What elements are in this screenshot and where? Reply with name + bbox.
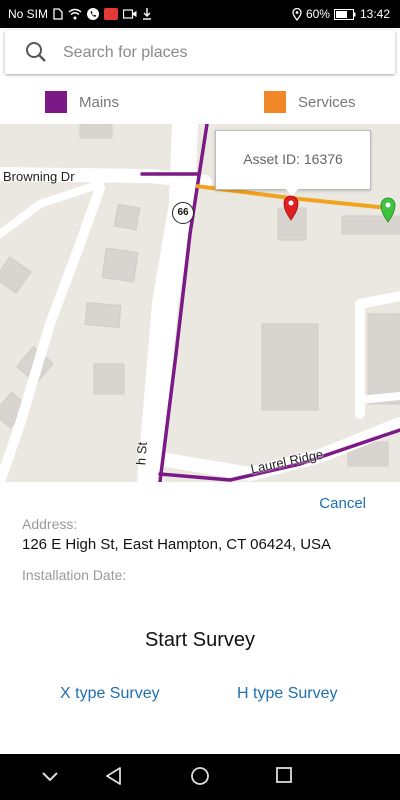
building <box>341 215 400 235</box>
phone-icon <box>87 8 100 20</box>
cancel-button[interactable]: Cancel <box>319 495 366 512</box>
status-bar-right: 60% 13:42 <box>292 7 390 21</box>
search-icon[interactable] <box>25 41 47 68</box>
video-icon <box>123 9 137 19</box>
installation-date-label: Installation Date: <box>22 567 127 583</box>
address-value: 126 E High St, East Hampton, CT 06424, U… <box>22 536 332 553</box>
download-icon <box>142 8 152 20</box>
road <box>356 392 400 404</box>
building <box>101 247 139 283</box>
legend-item-mains: Mains <box>45 91 119 113</box>
home-icon[interactable] <box>190 766 210 791</box>
road-label-high-st: h St <box>133 441 150 466</box>
back-icon[interactable] <box>104 766 124 791</box>
battery-percent: 60% <box>305 7 330 21</box>
callout-tail <box>284 187 300 196</box>
notification-badge-icon <box>104 8 119 20</box>
legend-label-mains: Mains <box>79 93 120 111</box>
search-bar[interactable] <box>5 30 395 74</box>
building <box>367 313 400 405</box>
search-input[interactable] <box>61 38 385 68</box>
navigation-bar <box>0 754 400 800</box>
h-type-survey-button[interactable]: H type Survey <box>237 685 337 703</box>
collapse-icon[interactable] <box>41 770 59 788</box>
recents-icon[interactable] <box>275 766 293 789</box>
status-bar-left: No SIM <box>8 7 152 21</box>
asset-detail-sheet: Cancel Address: 126 E High St, East Hamp… <box>0 482 400 754</box>
carrier-text: No SIM <box>8 7 49 21</box>
x-type-survey-button[interactable]: X type Survey <box>60 685 160 703</box>
status-bar: No SIM 60% 13:42 <box>0 0 400 28</box>
building <box>79 124 113 139</box>
building <box>93 363 125 395</box>
building <box>0 256 32 294</box>
route-shield: 66 <box>172 202 194 224</box>
legend-label-services: Services <box>298 93 356 111</box>
building <box>84 302 122 328</box>
mains-swatch <box>45 91 67 113</box>
road-label-browning: Browning Dr <box>3 169 75 184</box>
asset-callout[interactable]: Asset ID: 16376 <box>215 130 371 190</box>
building <box>113 203 141 231</box>
road <box>0 183 105 482</box>
clock-text: 13:42 <box>359 7 390 21</box>
services-swatch <box>264 91 286 113</box>
address-label: Address: <box>22 516 78 532</box>
start-survey-title: Start Survey <box>144 629 256 651</box>
sim-icon <box>53 8 63 20</box>
map-legend: Mains Services <box>0 78 400 124</box>
wifi-icon <box>68 8 82 20</box>
location-icon <box>292 7 302 21</box>
battery-icon <box>333 8 356 20</box>
legend-item-services: Services <box>264 91 356 113</box>
map-view[interactable]: Browning Dr Laurel Ridge h St 66 Asset I… <box>0 124 400 482</box>
building <box>261 323 319 411</box>
